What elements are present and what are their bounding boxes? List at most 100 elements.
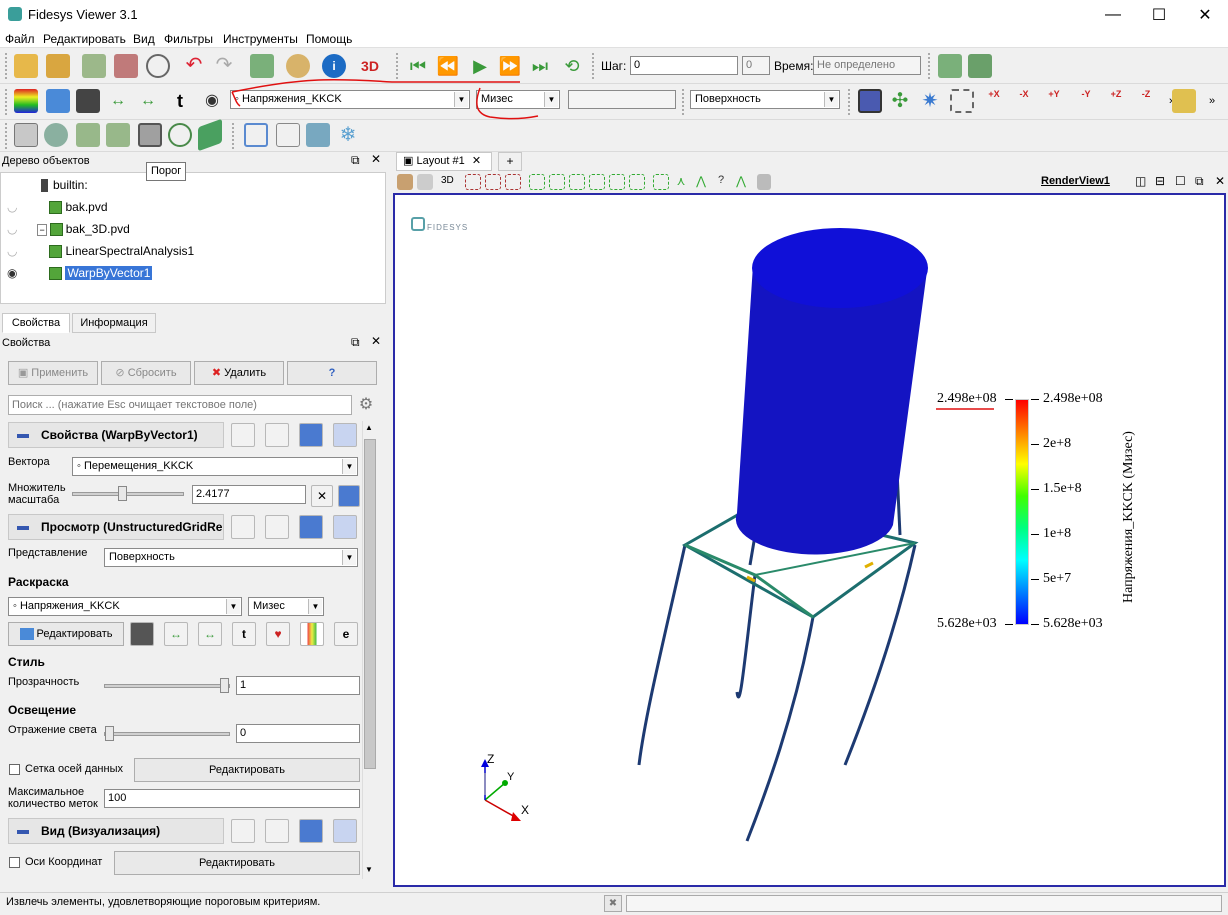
coloring-component-select[interactable]: Мизес ▼ [248,597,324,616]
center-rotation-icon[interactable]: ✷ [918,89,942,113]
zoom-box-icon[interactable] [950,89,974,113]
collapse-icon[interactable]: − [37,224,47,236]
color-legend-icon[interactable] [46,89,70,113]
tree-item-builtin[interactable]: builtin: [41,175,88,195]
open-file-icon[interactable] [14,54,38,78]
maximize-button[interactable]: ☐ [1136,0,1182,30]
representation-select-panel[interactable]: Поверхность ▼ [104,548,358,567]
apply-button[interactable]: ▣ Применить [8,361,98,385]
threshold-icon[interactable] [138,123,162,147]
slice-icon[interactable] [106,123,130,147]
capture-icon[interactable] [397,174,413,190]
extract-subset-icon[interactable] [168,123,192,147]
gear-icon[interactable]: ⚙ [356,395,376,415]
first-frame-icon[interactable]: ⏮ [406,54,430,78]
show-axes-icon[interactable] [1172,89,1196,113]
warp-icon[interactable]: ❄ [336,123,360,147]
toolbar-overflow-icon[interactable]: » [1200,89,1224,113]
refresh-icon[interactable] [299,515,323,539]
rescale-temporal-icon[interactable]: t [168,89,192,113]
specular-slider[interactable] [104,726,230,741]
edit-color-map-icon[interactable] [130,622,154,646]
save-icon[interactable] [333,423,357,447]
copy-icon[interactable] [231,515,255,539]
vectors-select[interactable]: ◦ Перемещения_KKCK ▼ [72,457,358,476]
rescale-custom-range-icon[interactable]: ↔ [136,89,160,113]
add-custom-filter-icon[interactable] [968,54,992,78]
opacity-slider-handle[interactable] [220,678,229,693]
step-input[interactable]: 0 [630,56,738,75]
grid-axes-checkbox[interactable] [9,764,20,775]
scale-factor-input[interactable]: 2.4177 [192,485,306,504]
rescale-custom-range-icon[interactable]: ↔ [198,622,222,646]
color-legend-edit-icon[interactable]: e [334,622,358,646]
save-icon[interactable] [333,515,357,539]
rescale-visible-icon[interactable]: ◉ [200,89,224,113]
hover-cells-icon[interactable] [629,174,645,190]
reset-camera-icon[interactable] [858,89,882,113]
loop-icon[interactable]: ⟲ [560,54,584,78]
eye-closed-icon[interactable]: ◡ [7,200,17,214]
scroll-down-icon[interactable]: ▼ [365,865,373,874]
split-vertical-icon[interactable]: ⊟ [1155,174,1165,188]
delete-button[interactable]: ✖ Удалить [194,361,284,385]
minimize-button[interactable]: — [1090,0,1136,30]
menu-file[interactable]: Файл [5,32,35,46]
restore-view-icon[interactable]: ⧉ [1195,174,1204,189]
last-frame-icon[interactable]: ⏭ [528,54,552,78]
contour-icon[interactable] [44,123,68,147]
rescale-data-range-icon[interactable]: ↔ [106,89,130,113]
properties-scrollbar[interactable]: ▲ ▼ [362,421,377,879]
zoom-to-data-icon[interactable]: ✣ [888,89,912,113]
copy-icon[interactable] [231,819,255,843]
eye-open-icon[interactable]: ◉ [7,266,17,280]
previous-frame-icon[interactable]: ⏪ [436,54,460,78]
refresh-icon[interactable] [299,423,323,447]
tree-item-warp-by-vector[interactable]: ◉ WarpByVector1 [7,263,153,283]
load-state-icon[interactable] [46,54,70,78]
split-horizontal-icon[interactable]: ◫ [1135,174,1146,188]
clear-selection-icon[interactable] [757,174,771,190]
eye-closed-icon[interactable]: ◡ [7,222,17,236]
orientation-axes-checkbox[interactable] [9,857,20,868]
show-legend-icon[interactable] [300,622,324,646]
close-view-icon[interactable]: ✕ [1215,174,1225,188]
add-layout-button[interactable]: + [498,152,522,171]
shrink-selection-icon[interactable]: ⋏ [673,174,689,190]
color-array-select[interactable]: ◦ Напряжения_KKCK ▼ [230,90,470,109]
paste-icon[interactable] [265,515,289,539]
tab-properties[interactable]: Свойства [2,313,70,333]
tree-item-bak-3d-pvd[interactable]: ◡ − bak_3D.pvd [7,219,130,239]
scale-factor-slider[interactable] [72,486,184,501]
close-tab-icon[interactable]: ✕ [472,155,481,167]
clear-status-icon[interactable]: ✖ [604,895,622,912]
rescale-temporal-icon[interactable]: t [232,622,256,646]
float-panel-icon[interactable]: ⧉ [351,153,360,168]
redo-icon[interactable]: ↷ [212,54,236,78]
palette-icon[interactable] [286,54,310,78]
select-points-on-icon[interactable] [485,174,501,190]
select-blocks-icon[interactable] [569,174,585,190]
specular-input[interactable]: 0 [236,724,360,743]
close-window-button[interactable]: ✕ [1182,0,1228,30]
plot-over-line-icon[interactable] [276,123,300,147]
menu-tools[interactable]: Инструменты [223,32,298,46]
menu-filters[interactable]: Фильтры [164,32,213,46]
component-select[interactable]: Мизес ▼ [476,90,560,109]
scroll-up-icon[interactable]: ▲ [365,423,373,432]
glyph-icon[interactable] [198,118,222,152]
undo-icon[interactable]: ↶ [182,54,206,78]
menu-help[interactable]: Помощь [306,32,352,46]
paste-icon[interactable] [265,819,289,843]
tree-item-bak-pvd[interactable]: ◡ bak.pvd [7,197,108,217]
color-map-icon[interactable] [14,89,38,113]
properties-search-input[interactable] [8,395,352,415]
grow-selection-icon[interactable] [653,174,669,190]
hover-points-icon[interactable] [609,174,625,190]
maximize-view-icon[interactable]: ☐ [1175,174,1186,188]
clip-icon[interactable] [76,123,100,147]
refresh-scale-icon[interactable] [338,485,360,507]
edit-color-map-icon[interactable] [76,89,100,113]
section-display[interactable]: Просмотр (UnstructuredGridRe [8,514,224,540]
calculator-icon[interactable] [14,123,38,147]
